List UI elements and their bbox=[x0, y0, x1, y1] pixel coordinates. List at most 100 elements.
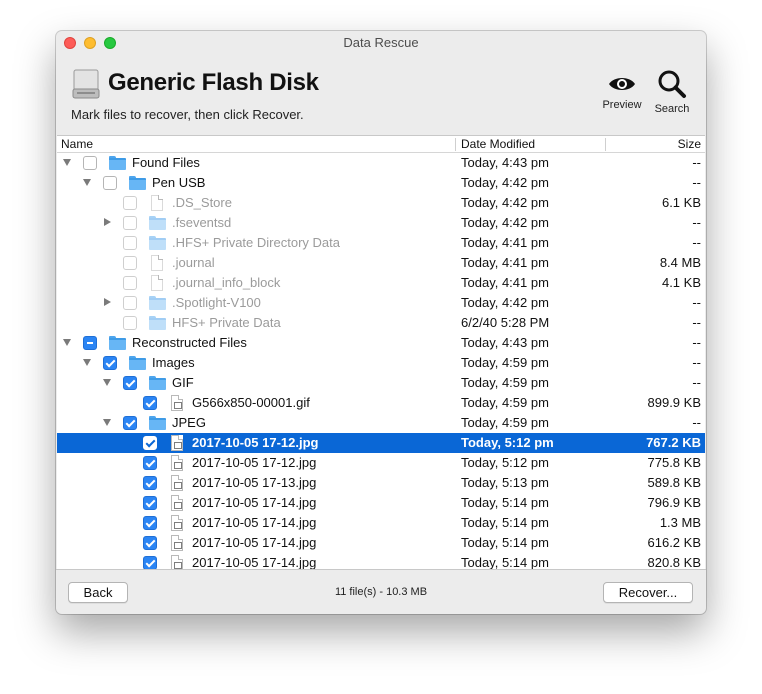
title-bar[interactable]: Data Rescue bbox=[56, 31, 706, 55]
recover-button[interactable]: Recover... bbox=[603, 582, 693, 603]
row-size: 775.8 KB bbox=[647, 455, 702, 470]
table-row[interactable]: G566x850-00001.gif Today, 4:59 pm 899.9 … bbox=[57, 393, 705, 413]
table-row[interactable]: Found Files Today, 4:43 pm -- bbox=[57, 153, 705, 173]
table-row[interactable]: 2017-10-05 17-13.jpg Today, 5:13 pm 589.… bbox=[57, 473, 705, 493]
row-date: Today, 4:41 pm bbox=[461, 235, 549, 250]
table-row[interactable]: HFS+ Private Data 6/2/40 5:28 PM -- bbox=[57, 313, 705, 333]
table-row[interactable]: 2017-10-05 17-14.jpg Today, 5:14 pm 616.… bbox=[57, 533, 705, 553]
row-size: -- bbox=[692, 175, 701, 190]
checkbox-checked[interactable] bbox=[123, 376, 137, 390]
table-row[interactable]: .fseventsd Today, 4:42 pm -- bbox=[57, 213, 705, 233]
column-header-date[interactable]: Date Modified bbox=[461, 136, 535, 153]
row-size: -- bbox=[692, 355, 701, 370]
table-row[interactable]: .journal Today, 4:41 pm 8.4 MB bbox=[57, 253, 705, 273]
row-size: -- bbox=[692, 295, 701, 310]
checkbox[interactable] bbox=[83, 156, 97, 170]
disclosure-triangle-icon[interactable] bbox=[63, 339, 71, 346]
row-name: .journal bbox=[172, 255, 215, 270]
row-date: Today, 4:42 pm bbox=[461, 215, 549, 230]
row-name: 2017-10-05 17-14.jpg bbox=[192, 555, 317, 569]
folder-icon bbox=[149, 416, 166, 430]
disclosure-triangle-icon[interactable] bbox=[83, 359, 91, 366]
row-size: -- bbox=[692, 155, 701, 170]
row-size: 1.3 MB bbox=[659, 515, 701, 530]
disclosure-triangle-icon[interactable] bbox=[103, 419, 111, 426]
row-size: -- bbox=[692, 375, 701, 390]
disk-title: Generic Flash Disk bbox=[108, 69, 319, 96]
row-date: Today, 4:59 pm bbox=[461, 375, 549, 390]
checkbox[interactable] bbox=[123, 216, 137, 230]
row-size: -- bbox=[692, 315, 701, 330]
column-divider[interactable] bbox=[455, 138, 456, 151]
row-date: Today, 4:42 pm bbox=[461, 295, 549, 310]
file-table[interactable]: Name Date Modified Size Found Files Toda… bbox=[57, 135, 705, 569]
disclosure-triangle-icon[interactable] bbox=[83, 179, 91, 186]
table-row[interactable]: JPEG Today, 4:59 pm -- bbox=[57, 413, 705, 433]
row-name: 2017-10-05 17-14.jpg bbox=[192, 515, 317, 530]
folder-icon bbox=[109, 156, 126, 170]
image-file-icon bbox=[171, 515, 183, 531]
table-row[interactable]: GIF Today, 4:59 pm -- bbox=[57, 373, 705, 393]
checkbox-checked[interactable] bbox=[143, 516, 157, 530]
image-file-icon bbox=[171, 395, 183, 411]
row-date: Today, 5:12 pm bbox=[461, 435, 554, 450]
row-name: .HFS+ Private Directory Data bbox=[172, 235, 340, 250]
row-size: 820.8 KB bbox=[647, 555, 702, 569]
checkbox-checked[interactable] bbox=[143, 536, 157, 550]
row-size: 899.9 KB bbox=[647, 395, 702, 410]
table-row[interactable]: 2017-10-05 17-14.jpg Today, 5:14 pm 820.… bbox=[57, 553, 705, 569]
checkbox-checked[interactable] bbox=[103, 356, 117, 370]
table-row[interactable]: .journal_info_block Today, 4:41 pm 4.1 K… bbox=[57, 273, 705, 293]
disclosure-triangle-icon[interactable] bbox=[63, 159, 71, 166]
checkbox[interactable] bbox=[123, 196, 137, 210]
row-size: -- bbox=[692, 415, 701, 430]
column-header-size[interactable]: Size bbox=[678, 136, 701, 153]
checkbox[interactable] bbox=[123, 276, 137, 290]
checkbox-mixed[interactable] bbox=[83, 336, 97, 350]
checkbox[interactable] bbox=[103, 176, 117, 190]
minimize-window-button[interactable] bbox=[84, 37, 96, 49]
row-name: GIF bbox=[172, 375, 194, 390]
checkbox-checked[interactable] bbox=[143, 556, 157, 569]
preview-button[interactable]: Preview bbox=[598, 73, 646, 111]
table-row[interactable]: .Spotlight-V100 Today, 4:42 pm -- bbox=[57, 293, 705, 313]
checkbox-checked[interactable] bbox=[143, 496, 157, 510]
table-row[interactable]: 2017-10-05 17-14.jpg Today, 5:14 pm 796.… bbox=[57, 493, 705, 513]
checkbox[interactable] bbox=[123, 296, 137, 310]
image-file-icon bbox=[171, 435, 183, 451]
checkbox-checked[interactable] bbox=[143, 396, 157, 410]
disclosure-triangle-icon[interactable] bbox=[103, 379, 111, 386]
close-window-button[interactable] bbox=[64, 37, 76, 49]
column-divider[interactable] bbox=[605, 138, 606, 151]
footer-bar: Back 11 file(s) - 10.3 MB Recover... bbox=[56, 569, 706, 614]
disclosure-triangle-icon[interactable] bbox=[104, 298, 111, 306]
table-row[interactable]: Pen USB Today, 4:42 pm -- bbox=[57, 173, 705, 193]
file-rows: Found Files Today, 4:43 pm -- Pen USB To… bbox=[57, 153, 705, 569]
table-row[interactable]: .HFS+ Private Directory Data Today, 4:41… bbox=[57, 233, 705, 253]
table-row-selected[interactable]: 2017-10-05 17-12.jpg Today, 5:12 pm 767.… bbox=[57, 433, 705, 453]
search-button[interactable]: Search bbox=[650, 69, 694, 115]
checkbox-checked[interactable] bbox=[143, 436, 157, 450]
checkbox-checked[interactable] bbox=[143, 456, 157, 470]
row-name: 2017-10-05 17-12.jpg bbox=[192, 455, 317, 470]
zoom-window-button[interactable] bbox=[104, 37, 116, 49]
table-row[interactable]: 2017-10-05 17-12.jpg Today, 5:12 pm 775.… bbox=[57, 453, 705, 473]
folder-icon bbox=[149, 236, 166, 250]
table-row[interactable]: .DS_Store Today, 4:42 pm 6.1 KB bbox=[57, 193, 705, 213]
checkbox[interactable] bbox=[123, 256, 137, 270]
row-size: 767.2 KB bbox=[646, 435, 701, 450]
row-name: 2017-10-05 17-12.jpg bbox=[192, 435, 319, 450]
checkbox-checked[interactable] bbox=[123, 416, 137, 430]
checkbox[interactable] bbox=[123, 316, 137, 330]
file-icon bbox=[151, 255, 163, 271]
checkbox-checked[interactable] bbox=[143, 476, 157, 490]
disclosure-triangle-icon[interactable] bbox=[104, 218, 111, 226]
checkbox[interactable] bbox=[123, 236, 137, 250]
table-row[interactable]: Reconstructed Files Today, 4:43 pm -- bbox=[57, 333, 705, 353]
table-row[interactable]: Images Today, 4:59 pm -- bbox=[57, 353, 705, 373]
row-name: 2017-10-05 17-14.jpg bbox=[192, 535, 317, 550]
table-row[interactable]: 2017-10-05 17-14.jpg Today, 5:14 pm 1.3 … bbox=[57, 513, 705, 533]
folder-icon bbox=[109, 336, 126, 350]
row-name: 2017-10-05 17-14.jpg bbox=[192, 495, 317, 510]
column-header-name[interactable]: Name bbox=[61, 136, 93, 153]
